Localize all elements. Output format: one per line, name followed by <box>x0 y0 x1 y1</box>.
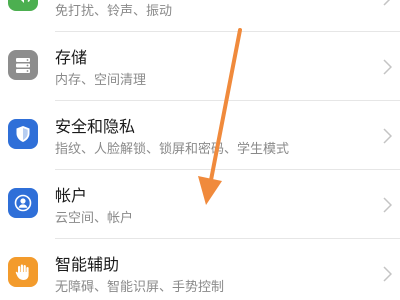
chevron-right-icon <box>383 59 392 75</box>
settings-item-subtitle: 无障碍、智能识屏、手势控制 <box>55 280 225 295</box>
settings-item-sound[interactable]: 声音 免打扰、铃声、振动 <box>0 0 400 32</box>
settings-item-storage[interactable]: 存储 内存、空间清理 <box>0 32 400 101</box>
settings-item-title: 帐户 <box>55 186 88 205</box>
settings-item-smart-assist[interactable]: 智能辅助 无障碍、智能识屏、手势控制 <box>0 239 400 300</box>
account-icon <box>8 188 38 218</box>
settings-item-title: 存储 <box>55 48 88 67</box>
chevron-right-icon <box>383 197 392 213</box>
sound-icon <box>8 0 38 11</box>
settings-item-security[interactable]: 安全和隐私 指纹、人脸解锁、锁屏和密码、学生模式 <box>0 101 400 170</box>
settings-item-subtitle: 免打扰、铃声、振动 <box>55 4 173 19</box>
settings-item-subtitle: 云空间、帐户 <box>55 211 134 226</box>
settings-list: 声音 免打扰、铃声、振动 存储 内存、空间清理 <box>0 0 400 300</box>
hand-icon <box>8 257 38 287</box>
chevron-right-icon <box>383 128 392 144</box>
settings-item-title: 安全和隐私 <box>55 117 136 136</box>
settings-item-subtitle: 内存、空间清理 <box>55 73 147 88</box>
settings-screen: 声音 免打扰、铃声、振动 存储 内存、空间清理 <box>0 0 400 300</box>
chevron-right-icon <box>383 0 391 6</box>
settings-item-subtitle: 指纹、人脸解锁、锁屏和密码、学生模式 <box>55 142 290 157</box>
settings-item-title: 智能辅助 <box>55 255 120 274</box>
chevron-right-icon <box>383 266 392 282</box>
storage-icon <box>8 50 38 80</box>
shield-icon <box>8 119 38 149</box>
settings-item-account[interactable]: 帐户 云空间、帐户 <box>0 170 400 239</box>
